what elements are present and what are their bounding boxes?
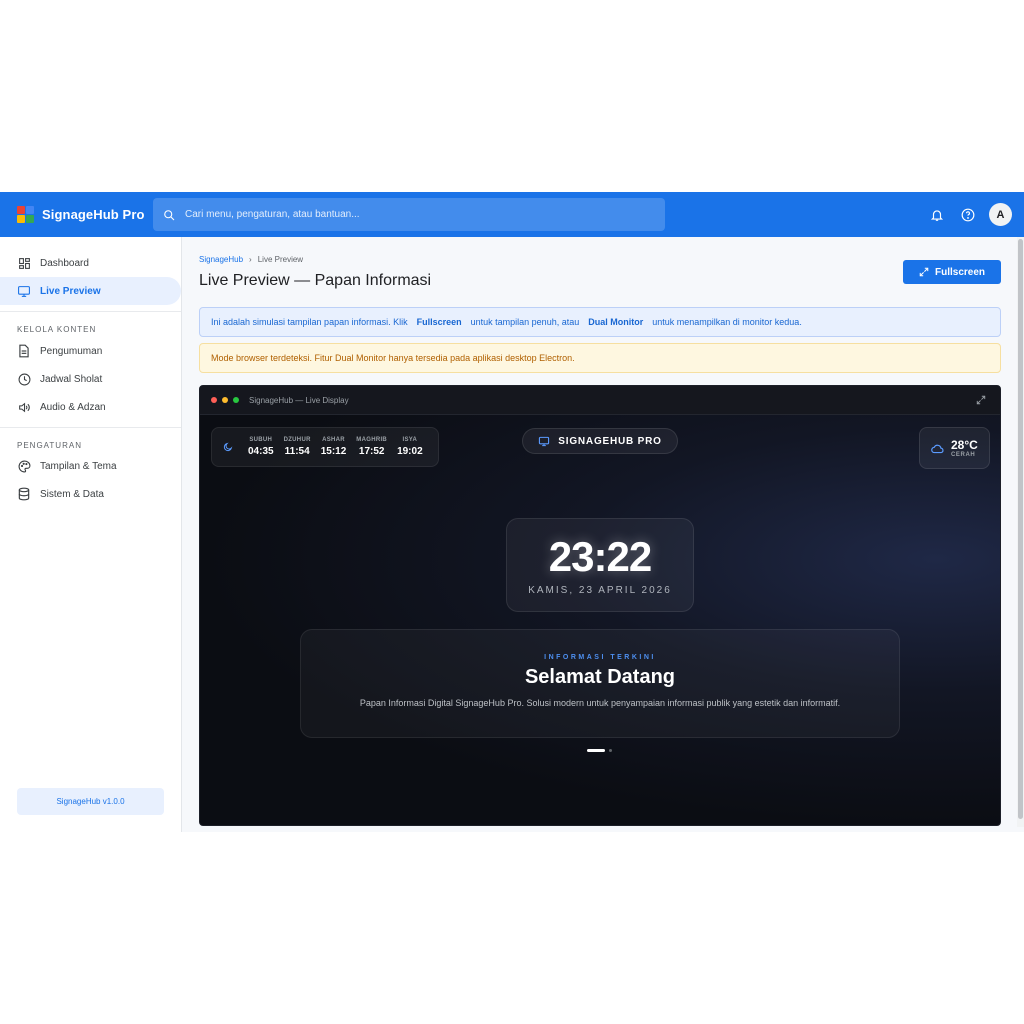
sidebar-item-audio-adzan[interactable]: Audio & Adzan	[0, 393, 181, 421]
breadcrumb-current: Live Preview	[257, 255, 304, 264]
moon-icon	[223, 442, 233, 452]
sidebar: Dashboard Live Preview KELOLA KONTEN Pen…	[0, 237, 182, 832]
prayer-times: SUBUH 04:35 DZUHUR 11:54 ASHAR 15:12 MAG…	[211, 427, 439, 467]
section-label-content: KELOLA KONTEN	[17, 325, 97, 334]
live-display: SignageHub — Live Display SUBUH 04:35 DZ…	[199, 385, 1001, 826]
display-brand-pill: SIGNAGEHUB PRO	[522, 428, 678, 454]
prayer-time: 17:52	[358, 446, 385, 457]
page-title: Live Preview — Papan Informasi	[199, 272, 432, 289]
version-badge: SignageHub v1.0.0	[17, 788, 164, 815]
monitor-icon	[17, 284, 31, 298]
prayer-time: 15:12	[320, 446, 347, 457]
prayer-time: 19:02	[397, 446, 423, 457]
info-bold-fullscreen: Fullscreen	[416, 317, 462, 327]
sidebar-item-label: Dashboard	[40, 257, 89, 269]
scrollbar[interactable]	[1017, 237, 1024, 827]
sidebar-item-label: Live Preview	[40, 285, 101, 297]
sidebar-item-label: Tampilan & Tema	[40, 460, 117, 472]
app-logo-icon	[17, 206, 34, 223]
weather-widget: 28°C CERAH	[919, 427, 990, 469]
prayer-subuh: SUBUH 04:35	[248, 437, 274, 457]
slide-pager	[587, 749, 612, 752]
info-card: INFORMASI TERKINI Selamat Datang Papan I…	[300, 629, 900, 738]
sidebar-item-label: Sistem & Data	[40, 488, 104, 500]
info-text-3: untuk menampilkan di monitor kedua.	[652, 317, 802, 327]
sidebar-item-label: Pengumuman	[40, 345, 103, 357]
prayer-name: MAGHRIB	[356, 437, 388, 443]
divider	[0, 311, 181, 312]
app-title: SignageHub Pro	[42, 207, 145, 222]
expand-icon	[919, 267, 929, 277]
info-text-1: Ini adalah simulasi tampilan papan infor…	[211, 317, 408, 327]
fullscreen-label: Fullscreen	[934, 266, 986, 278]
minimize-dot-icon	[222, 397, 228, 403]
sidebar-item-sistem-data[interactable]: Sistem & Data	[0, 480, 181, 508]
prayer-name: DZUHUR	[283, 437, 311, 443]
clock-time: 23:22	[548, 533, 652, 580]
palette-icon	[17, 459, 31, 473]
prayer-time: 04:35	[248, 446, 274, 457]
sidebar-item-live-preview[interactable]: Live Preview	[0, 277, 181, 305]
app-window: SignageHub Pro A Dashboard	[0, 192, 1024, 832]
breadcrumb: SignageHub › Live Preview	[199, 255, 303, 264]
sidebar-item-pengumuman[interactable]: Pengumuman	[0, 337, 181, 365]
brand[interactable]: SignageHub Pro	[17, 206, 145, 223]
search-bar[interactable]	[153, 198, 665, 231]
maximize-dot-icon	[233, 397, 239, 403]
display-title-bar: SignageHub — Live Display	[200, 386, 1000, 415]
weather-text: 28°C CERAH	[951, 438, 978, 458]
info-text-2: untuk tampilan penuh, atau	[470, 317, 580, 327]
sidebar-item-label: Audio & Adzan	[40, 401, 106, 413]
prayer-name: ASHAR	[322, 437, 345, 443]
clock-icon	[17, 372, 31, 386]
close-dot-icon	[211, 397, 217, 403]
breadcrumb-separator: ›	[249, 255, 252, 264]
clock-widget: 23:22 KAMIS, 23 APRIL 2026	[506, 518, 694, 612]
speaker-icon	[17, 400, 31, 414]
cloud-icon	[931, 444, 944, 453]
monitor-icon	[539, 436, 550, 446]
document-icon	[17, 344, 31, 358]
breadcrumb-link[interactable]: SignageHub	[199, 255, 243, 264]
bell-icon[interactable]	[927, 204, 947, 226]
prayer-dzuhur: DZUHUR 11:54	[284, 437, 311, 457]
prayer-name: ISYA	[402, 437, 418, 443]
top-bar: SignageHub Pro A	[0, 192, 1024, 237]
prayer-time: 11:54	[284, 446, 310, 457]
clock-date: KAMIS, 23 APRIL 2026	[528, 585, 672, 596]
prayer-name: SUBUH	[249, 437, 273, 443]
sidebar-item-jadwal-sholat[interactable]: Jadwal Sholat	[0, 365, 181, 393]
divider	[0, 427, 181, 428]
sidebar-item-tampilan-tema[interactable]: Tampilan & Tema	[0, 452, 181, 480]
weather-condition: CERAH	[951, 452, 976, 458]
info-bold-dual-monitor: Dual Monitor	[588, 317, 644, 327]
info-banner: Ini adalah simulasi tampilan papan infor…	[199, 307, 1001, 337]
search-input[interactable]	[185, 209, 625, 220]
display-brand: SIGNAGEHUB PRO	[558, 435, 662, 447]
expand-icon[interactable]	[976, 395, 986, 405]
weather-temp: 28°C	[951, 438, 978, 452]
top-icons: A	[927, 203, 1012, 226]
dashboard-icon	[17, 256, 31, 270]
pager-dot[interactable]	[609, 749, 612, 752]
warning-banner: Mode browser terdeteksi. Fitur Dual Moni…	[199, 343, 1001, 373]
avatar[interactable]: A	[989, 203, 1012, 226]
help-icon[interactable]	[958, 204, 978, 226]
fullscreen-button[interactable]: Fullscreen	[903, 260, 1001, 284]
prayer-ashar: ASHAR 15:12	[321, 437, 347, 457]
scrollbar-thumb[interactable]	[1018, 239, 1023, 819]
info-card-body: Papan Informasi Digital SignageHub Pro. …	[359, 698, 841, 708]
prayer-maghrib: MAGHRIB 17:52	[356, 437, 387, 457]
sidebar-item-label: Jadwal Sholat	[40, 373, 103, 385]
display-background	[200, 415, 1000, 825]
database-icon	[17, 487, 31, 501]
sidebar-item-dashboard[interactable]: Dashboard	[0, 249, 181, 277]
display-window-title: SignageHub — Live Display	[249, 395, 349, 405]
prayer-isya: ISYA 19:02	[397, 437, 423, 457]
info-card-heading: Selamat Datang	[524, 666, 676, 688]
section-label-settings: PENGATURAN	[17, 441, 82, 450]
pager-dot-active[interactable]	[587, 749, 605, 752]
search-icon	[164, 209, 175, 220]
info-card-label: INFORMASI TERKINI	[544, 654, 656, 661]
